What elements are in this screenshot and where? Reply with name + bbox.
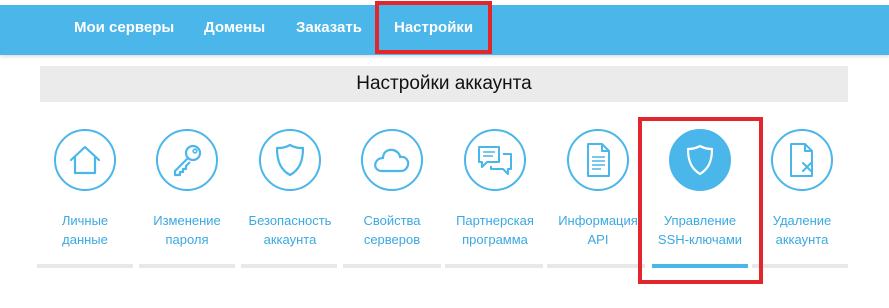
tile-label: Личные данные [61, 213, 109, 247]
cloud-icon [374, 148, 410, 173]
top-sliver [0, 0, 889, 5]
tile-label: Партнерская программа [456, 213, 534, 247]
tile-underline [139, 264, 235, 268]
tile-label: Удаление аккаунта [772, 213, 832, 247]
tile-underline [445, 264, 543, 268]
file-delete-icon [790, 143, 813, 177]
chat-icon [478, 146, 512, 175]
document-icon [587, 143, 610, 177]
tile-underline-active [652, 264, 748, 268]
tile-icon-circle [464, 129, 526, 191]
tile-icon-circle [156, 129, 218, 191]
tile-label: Безопасность аккаунта [248, 213, 332, 247]
tile-label: Информация API [558, 213, 638, 247]
tile-server-properties[interactable]: Свойства серверов [342, 129, 442, 249]
tile-icon-circle [259, 129, 321, 191]
tile-underline [343, 264, 441, 268]
tile-label: Изменение пароля [153, 213, 221, 247]
key-icon [173, 144, 202, 177]
tile-change-password[interactable]: Изменение пароля [137, 129, 237, 249]
tile-personal-data[interactable]: Личные данные [35, 129, 135, 249]
nav-settings[interactable]: Настройки [394, 19, 473, 36]
top-navbar: Мои серверы Домены Заказать Настройки [0, 0, 889, 55]
nav-my-servers[interactable]: Мои серверы [74, 19, 174, 36]
section-title: Настройки аккаунта [356, 73, 532, 94]
tile-label: Управление SSH-ключами [657, 213, 743, 247]
tile-label: Свойства серверов [363, 213, 421, 247]
tile-api-info[interactable]: Информация API [548, 129, 648, 249]
tile-underline [547, 264, 645, 268]
tile-icon-circle [771, 129, 833, 191]
home-icon [69, 145, 101, 175]
tile-underline [752, 264, 848, 268]
tile-icon-circle [567, 129, 629, 191]
shield-icon [275, 143, 305, 177]
tile-partner-program[interactable]: Партнерская программа [445, 129, 545, 249]
section-header: Настройки аккаунта [40, 66, 848, 102]
shield-icon [686, 144, 714, 176]
tile-underline [241, 264, 337, 268]
tile-delete-account[interactable]: Удаление аккаунта [752, 129, 852, 249]
tile-underline [37, 264, 133, 268]
tile-icon-circle [54, 129, 116, 191]
tile-icon-circle [669, 129, 731, 191]
tile-ssh-keys[interactable]: Управление SSH-ключами [650, 129, 750, 249]
nav-domains[interactable]: Домены [204, 19, 265, 36]
tile-account-security[interactable]: Безопасность аккаунта [240, 129, 340, 249]
tile-icon-circle [361, 129, 423, 191]
nav-order[interactable]: Заказать [296, 19, 362, 36]
